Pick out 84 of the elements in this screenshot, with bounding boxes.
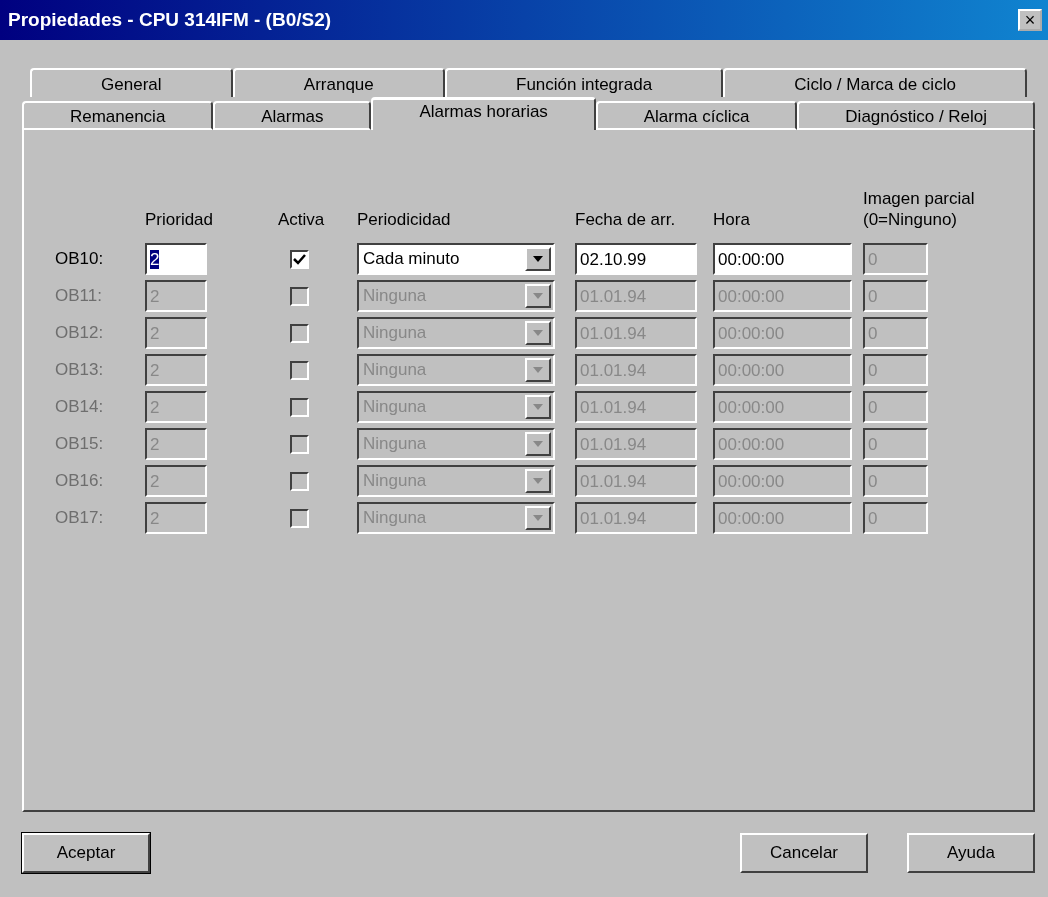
row-label: OB17: (55, 508, 105, 528)
row-label: OB16: (55, 471, 105, 491)
dropdown-arrow-icon (533, 293, 543, 299)
tab[interactable]: Alarmas horarias (371, 97, 596, 130)
date-field[interactable]: 01.01.94 (575, 391, 697, 423)
priority-field[interactable]: 2 (145, 243, 207, 275)
periodicity-dropdown[interactable]: Ninguna (357, 502, 555, 534)
priority-field[interactable]: 2 (145, 391, 207, 423)
column-header: Hora (713, 209, 750, 230)
date-field[interactable]: 01.01.94 (575, 465, 697, 497)
dropdown-arrow-icon (533, 367, 543, 373)
column-header: Periodicidad (357, 209, 451, 230)
time-field[interactable]: 00:00:00 (713, 391, 852, 423)
tab[interactable]: General (30, 68, 233, 97)
tab[interactable]: Alarma cíclica (595, 101, 798, 130)
row-label: OB12: (55, 323, 105, 343)
row-label: OB14: (55, 397, 105, 417)
periodicity-dropdown[interactable]: Ninguna (357, 317, 555, 349)
priority-field[interactable]: 2 (145, 428, 207, 460)
dropdown-arrow-icon (533, 256, 543, 262)
date-field[interactable]: 01.01.94 (575, 502, 697, 534)
row-label: OB10: (55, 249, 105, 269)
time-field[interactable]: 00:00:00 (713, 243, 852, 275)
tab[interactable]: Ciclo / Marca de ciclo (723, 68, 1027, 97)
dropdown-arrow-icon (533, 404, 543, 410)
periodicity-dropdown[interactable]: Ninguna (357, 354, 555, 386)
time-field[interactable]: 00:00:00 (713, 465, 852, 497)
date-field[interactable]: 01.01.94 (575, 354, 697, 386)
ok-button[interactable]: Aceptar (22, 833, 150, 873)
column-header: Imagen parcial (0=Ninguno) (863, 188, 975, 230)
tab[interactable]: Remanencia (22, 101, 214, 130)
partial-image-field[interactable]: 0 (863, 280, 928, 312)
column-header: Activa (278, 209, 325, 230)
active-checkbox[interactable] (290, 360, 309, 380)
time-field[interactable]: 00:00:00 (713, 502, 852, 534)
priority-field[interactable]: 2 (145, 317, 207, 349)
partial-image-field[interactable]: 0 (863, 502, 928, 534)
periodicity-dropdown[interactable]: Ninguna (357, 391, 555, 423)
date-field[interactable]: 01.01.94 (575, 428, 697, 460)
time-field[interactable]: 00:00:00 (713, 317, 852, 349)
priority-field[interactable]: 2 (145, 354, 207, 386)
partial-image-field[interactable]: 0 (863, 317, 928, 349)
active-checkbox[interactable] (290, 471, 309, 491)
dropdown-arrow-icon (533, 330, 543, 336)
periodicity-dropdown[interactable]: Cada minuto (357, 243, 555, 275)
dropdown-arrow-icon (533, 478, 543, 484)
partial-image-field[interactable]: 0 (863, 465, 928, 497)
priority-field[interactable]: 2 (145, 465, 207, 497)
active-checkbox[interactable] (290, 323, 309, 343)
active-checkbox[interactable] (290, 397, 309, 417)
tab[interactable]: Alarmas (213, 101, 372, 130)
tab[interactable]: Arranque (232, 68, 445, 97)
time-field[interactable]: 00:00:00 (713, 280, 852, 312)
dialog-button[interactable]: Cancelar (740, 833, 868, 873)
tab[interactable]: Diagnóstico / Reloj (797, 101, 1035, 130)
close-button[interactable]: × (1018, 9, 1042, 31)
dialog-button[interactable]: Ayuda (907, 833, 1035, 873)
periodicity-dropdown[interactable]: Ninguna (357, 428, 555, 460)
time-field[interactable]: 00:00:00 (713, 428, 852, 460)
date-field[interactable]: 01.01.94 (575, 280, 697, 312)
active-checkbox[interactable] (290, 508, 309, 528)
column-header: Prioridad (145, 209, 214, 230)
active-checkbox[interactable] (290, 434, 309, 454)
partial-image-field[interactable]: 0 (863, 428, 928, 460)
tab[interactable]: Función integrada (444, 68, 724, 97)
partial-image-field[interactable]: 0 (863, 243, 928, 275)
date-field[interactable]: 01.01.94 (575, 317, 697, 349)
column-header: Fecha de arr. (575, 209, 676, 230)
dropdown-arrow-icon (533, 441, 543, 447)
active-checkbox[interactable] (290, 249, 309, 269)
row-label: OB15: (55, 434, 105, 454)
date-field[interactable]: 02.10.99 (575, 243, 697, 275)
periodicity-dropdown[interactable]: Ninguna (357, 465, 555, 497)
window-title: Propiedades - CPU 314IFM - (B0/S2) (8, 9, 332, 31)
row-label: OB13: (55, 360, 105, 380)
partial-image-field[interactable]: 0 (863, 391, 928, 423)
row-label: OB11: (55, 286, 103, 306)
priority-field[interactable]: 2 (145, 280, 207, 312)
partial-image-field[interactable]: 0 (863, 354, 928, 386)
active-checkbox[interactable] (290, 286, 309, 306)
periodicity-dropdown[interactable]: Ninguna (357, 280, 555, 312)
time-field[interactable]: 00:00:00 (713, 354, 852, 386)
priority-field[interactable]: 2 (145, 502, 207, 534)
dropdown-arrow-icon (533, 515, 543, 521)
